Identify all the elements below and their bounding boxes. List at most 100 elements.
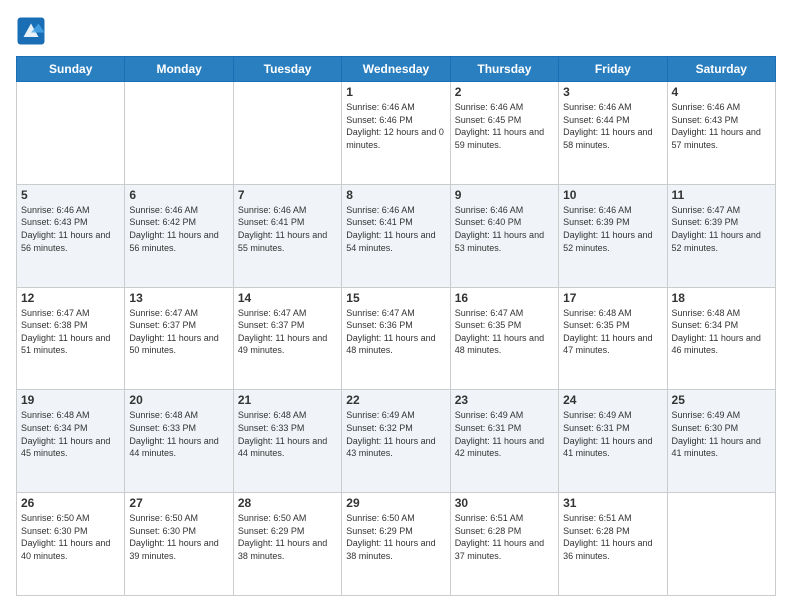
day-info: Sunrise: 6:50 AM Sunset: 6:29 PM Dayligh… xyxy=(346,512,445,562)
day-info: Sunrise: 6:46 AM Sunset: 6:44 PM Dayligh… xyxy=(563,101,662,151)
day-info: Sunrise: 6:50 AM Sunset: 6:29 PM Dayligh… xyxy=(238,512,337,562)
calendar-cell xyxy=(125,82,233,185)
col-header-friday: Friday xyxy=(559,57,667,82)
day-number: 16 xyxy=(455,291,554,305)
calendar-cell: 14 Sunrise: 6:47 AM Sunset: 6:37 PM Dayli… xyxy=(233,287,341,390)
day-number: 31 xyxy=(563,496,662,510)
day-info: Sunrise: 6:47 AM Sunset: 6:38 PM Dayligh… xyxy=(21,307,120,357)
day-info: Sunrise: 6:47 AM Sunset: 6:36 PM Dayligh… xyxy=(346,307,445,357)
calendar-cell: 10Sunrise: 6:46 AM Sunset: 6:39 PM Dayli… xyxy=(559,184,667,287)
day-number: 12 xyxy=(21,291,120,305)
calendar-header-row: SundayMondayTuesdayWednesdayThursdayFrid… xyxy=(17,57,776,82)
col-header-thursday: Thursday xyxy=(450,57,558,82)
calendar-week-3: 19Sunrise: 6:48 AM Sunset: 6:34 PM Dayli… xyxy=(17,390,776,493)
day-info: Sunrise: 6:49 AM Sunset: 6:32 PM Dayligh… xyxy=(346,409,445,459)
day-info: Sunrise: 6:46 AM Sunset: 6:40 PM Dayligh… xyxy=(455,204,554,254)
col-header-saturday: Saturday xyxy=(667,57,775,82)
day-number: 9 xyxy=(455,188,554,202)
day-number: 5 xyxy=(21,188,120,202)
calendar-cell: 3 Sunrise: 6:46 AM Sunset: 6:44 PM Daylig… xyxy=(559,82,667,185)
calendar-cell: 12 Sunrise: 6:47 AM Sunset: 6:38 PM Dayli… xyxy=(17,287,125,390)
day-number: 1 xyxy=(346,85,445,99)
calendar-cell: 8Sunrise: 6:46 AM Sunset: 6:41 PM Daylig… xyxy=(342,184,450,287)
logo xyxy=(16,16,50,46)
calendar-cell xyxy=(667,493,775,596)
day-info: Sunrise: 6:47 AM Sunset: 6:37 PM Dayligh… xyxy=(238,307,337,357)
calendar-cell: 16 Sunrise: 6:47 AM Sunset: 6:35 PM Dayli… xyxy=(450,287,558,390)
day-number: 21 xyxy=(238,393,337,407)
calendar-cell: 7 Sunrise: 6:46 AM Sunset: 6:41 PM Daylig… xyxy=(233,184,341,287)
header xyxy=(16,16,776,46)
day-number: 14 xyxy=(238,291,337,305)
calendar-cell: 24Sunrise: 6:49 AM Sunset: 6:31 PM Dayli… xyxy=(559,390,667,493)
day-number: 17 xyxy=(563,291,662,305)
day-number: 11 xyxy=(672,188,771,202)
calendar-week-1: 5Sunrise: 6:46 AM Sunset: 6:43 PM Daylig… xyxy=(17,184,776,287)
day-info: Sunrise: 6:46 AM Sunset: 6:41 PM Dayligh… xyxy=(238,204,337,254)
calendar-cell: 26Sunrise: 6:50 AM Sunset: 6:30 PM Dayli… xyxy=(17,493,125,596)
calendar-cell: 23 Sunrise: 6:49 AM Sunset: 6:31 PM Dayli… xyxy=(450,390,558,493)
day-number: 8 xyxy=(346,188,445,202)
calendar-week-2: 12 Sunrise: 6:47 AM Sunset: 6:38 PM Dayli… xyxy=(17,287,776,390)
page: SundayMondayTuesdayWednesdayThursdayFrid… xyxy=(0,0,792,612)
day-number: 30 xyxy=(455,496,554,510)
calendar-cell: 25 Sunrise: 6:49 AM Sunset: 6:30 PM Dayli… xyxy=(667,390,775,493)
calendar-cell: 17 Sunrise: 6:48 AM Sunset: 6:35 PM Dayli… xyxy=(559,287,667,390)
day-info: Sunrise: 6:49 AM Sunset: 6:31 PM Dayligh… xyxy=(455,409,554,459)
day-number: 26 xyxy=(21,496,120,510)
day-number: 24 xyxy=(563,393,662,407)
day-info: Sunrise: 6:46 AM Sunset: 6:45 PM Dayligh… xyxy=(455,101,554,151)
day-number: 3 xyxy=(563,85,662,99)
day-info: Sunrise: 6:47 AM Sunset: 6:39 PM Dayligh… xyxy=(672,204,771,254)
day-number: 27 xyxy=(129,496,228,510)
day-number: 28 xyxy=(238,496,337,510)
calendar-cell: 31 Sunrise: 6:51 AM Sunset: 6:28 PM Dayli… xyxy=(559,493,667,596)
day-info: Sunrise: 6:48 AM Sunset: 6:35 PM Dayligh… xyxy=(563,307,662,357)
calendar-cell: 11 Sunrise: 6:47 AM Sunset: 6:39 PM Dayli… xyxy=(667,184,775,287)
day-info: Sunrise: 6:48 AM Sunset: 6:33 PM Dayligh… xyxy=(129,409,228,459)
calendar-cell: 6 Sunrise: 6:46 AM Sunset: 6:42 PM Daylig… xyxy=(125,184,233,287)
day-number: 23 xyxy=(455,393,554,407)
day-info: Sunrise: 6:47 AM Sunset: 6:37 PM Dayligh… xyxy=(129,307,228,357)
calendar-week-0: 1Sunrise: 6:46 AM Sunset: 6:46 PM Daylig… xyxy=(17,82,776,185)
day-number: 15 xyxy=(346,291,445,305)
calendar-cell: 5Sunrise: 6:46 AM Sunset: 6:43 PM Daylig… xyxy=(17,184,125,287)
calendar-cell: 9 Sunrise: 6:46 AM Sunset: 6:40 PM Daylig… xyxy=(450,184,558,287)
col-header-tuesday: Tuesday xyxy=(233,57,341,82)
day-info: Sunrise: 6:46 AM Sunset: 6:43 PM Dayligh… xyxy=(672,101,771,151)
day-number: 4 xyxy=(672,85,771,99)
day-info: Sunrise: 6:47 AM Sunset: 6:35 PM Dayligh… xyxy=(455,307,554,357)
day-number: 18 xyxy=(672,291,771,305)
day-number: 10 xyxy=(563,188,662,202)
col-header-sunday: Sunday xyxy=(17,57,125,82)
day-number: 2 xyxy=(455,85,554,99)
day-info: Sunrise: 6:49 AM Sunset: 6:30 PM Dayligh… xyxy=(672,409,771,459)
calendar-cell: 15 Sunrise: 6:47 AM Sunset: 6:36 PM Dayli… xyxy=(342,287,450,390)
calendar-cell xyxy=(17,82,125,185)
calendar-cell: 19Sunrise: 6:48 AM Sunset: 6:34 PM Dayli… xyxy=(17,390,125,493)
calendar-cell xyxy=(233,82,341,185)
logo-icon xyxy=(16,16,46,46)
day-number: 25 xyxy=(672,393,771,407)
day-info: Sunrise: 6:51 AM Sunset: 6:28 PM Dayligh… xyxy=(563,512,662,562)
day-number: 13 xyxy=(129,291,228,305)
calendar-cell: 1Sunrise: 6:46 AM Sunset: 6:46 PM Daylig… xyxy=(342,82,450,185)
day-number: 6 xyxy=(129,188,228,202)
calendar-cell: 18 Sunrise: 6:48 AM Sunset: 6:34 PM Dayli… xyxy=(667,287,775,390)
day-info: Sunrise: 6:46 AM Sunset: 6:42 PM Dayligh… xyxy=(129,204,228,254)
day-number: 19 xyxy=(21,393,120,407)
day-number: 29 xyxy=(346,496,445,510)
calendar-cell: 22 Sunrise: 6:49 AM Sunset: 6:32 PM Dayli… xyxy=(342,390,450,493)
day-info: Sunrise: 6:50 AM Sunset: 6:30 PM Dayligh… xyxy=(129,512,228,562)
calendar-cell: 30Sunrise: 6:51 AM Sunset: 6:28 PM Dayli… xyxy=(450,493,558,596)
day-number: 7 xyxy=(238,188,337,202)
col-header-monday: Monday xyxy=(125,57,233,82)
day-info: Sunrise: 6:48 AM Sunset: 6:34 PM Dayligh… xyxy=(672,307,771,357)
calendar-week-4: 26 Sunrise: 6:50 AM Sunset: 6:30 PM Dayli… xyxy=(17,493,776,596)
day-info: Sunrise: 6:48 AM Sunset: 6:33 PM Dayligh… xyxy=(238,409,337,459)
calendar-cell: 4 Sunrise: 6:46 AM Sunset: 6:43 PM Daylig… xyxy=(667,82,775,185)
day-number: 22 xyxy=(346,393,445,407)
day-number: 20 xyxy=(129,393,228,407)
calendar-cell: 13 Sunrise: 6:47 AM Sunset: 6:37 PM Dayli… xyxy=(125,287,233,390)
calendar-cell: 29 Sunrise: 6:50 AM Sunset: 6:29 PM Dayli… xyxy=(342,493,450,596)
